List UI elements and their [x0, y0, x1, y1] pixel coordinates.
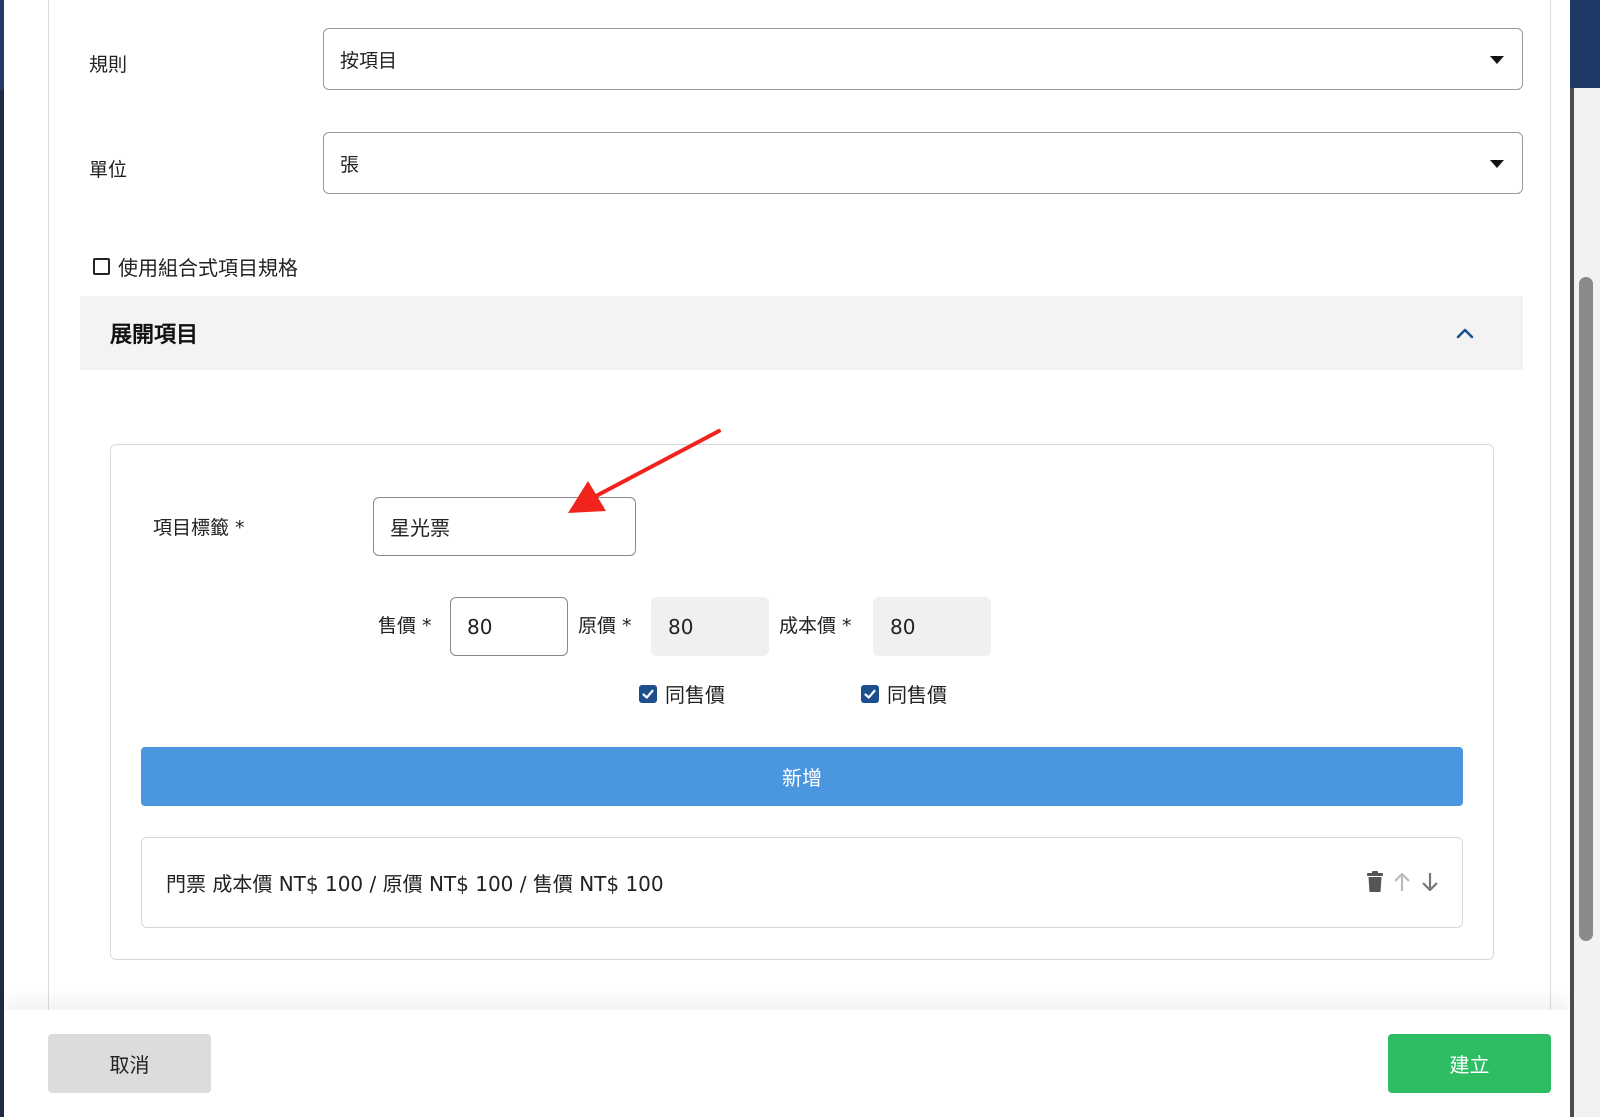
create-item-modal: 規則 按項目 單位 張 使用組合式項目規格 展開項目 項目標籤 * 星光票 售價… [4, 0, 1570, 1117]
annotation-arrow-icon [568, 429, 721, 513]
rule-select-value: 按項目 [340, 49, 398, 72]
arrow-down-icon[interactable] [1420, 871, 1440, 893]
item-tag-label: 項目標籤 * [153, 517, 245, 539]
combo-spec-checkbox[interactable]: 使用組合式項目規格 [93, 252, 298, 281]
unit-label: 單位 [89, 159, 128, 181]
cost-price-input[interactable]: 80 [873, 597, 991, 656]
checkbox-checked-icon[interactable] [639, 684, 657, 703]
list-item: 門票 成本價 NT$ 100 / 原價 NT$ 100 / 售價 NT$ 100 [141, 837, 1463, 928]
checkbox-unchecked-icon[interactable] [93, 258, 110, 275]
scrollbar-thumb[interactable] [1579, 277, 1593, 941]
accordion-title: 展開項目 [110, 323, 199, 348]
list-item-actions [1366, 871, 1440, 893]
rule-select[interactable]: 按項目 [323, 28, 1523, 90]
original-same-as-sale-checkbox[interactable]: 同售價 [639, 679, 725, 708]
caret-down-icon [1490, 160, 1504, 168]
original-price-input[interactable]: 80 [651, 597, 769, 656]
sale-price-label: 售價 * [378, 615, 432, 637]
caret-down-icon [1490, 56, 1504, 64]
combo-spec-label: 使用組合式項目規格 [118, 256, 298, 280]
backdrop-top-right [1570, 0, 1600, 88]
unit-select[interactable]: 張 [323, 132, 1523, 194]
modal-footer: 取消 建立 [4, 1010, 1570, 1117]
expand-items-accordion[interactable]: 展開項目 [80, 296, 1523, 370]
trash-icon[interactable] [1366, 871, 1384, 893]
add-item-button[interactable]: 新增 [141, 747, 1463, 806]
cost-same-as-sale-checkbox[interactable]: 同售價 [861, 679, 947, 708]
cancel-button[interactable]: 取消 [48, 1034, 211, 1093]
arrow-up-icon[interactable] [1392, 871, 1412, 893]
same-as-sale-label: 同售價 [887, 683, 947, 707]
checkbox-checked-icon[interactable] [861, 684, 879, 703]
cost-price-label: 成本價 * [779, 615, 852, 637]
same-as-sale-label: 同售價 [665, 683, 725, 707]
unit-select-value: 張 [340, 153, 360, 176]
sale-price-input[interactable]: 80 [450, 597, 568, 656]
original-price-label: 原價 * [578, 615, 632, 637]
list-item-text: 門票 成本價 NT$ 100 / 原價 NT$ 100 / 售價 NT$ 100 [166, 872, 664, 896]
rule-label: 規則 [89, 54, 128, 76]
create-button[interactable]: 建立 [1388, 1034, 1551, 1093]
chevron-up-icon[interactable] [1455, 326, 1475, 340]
